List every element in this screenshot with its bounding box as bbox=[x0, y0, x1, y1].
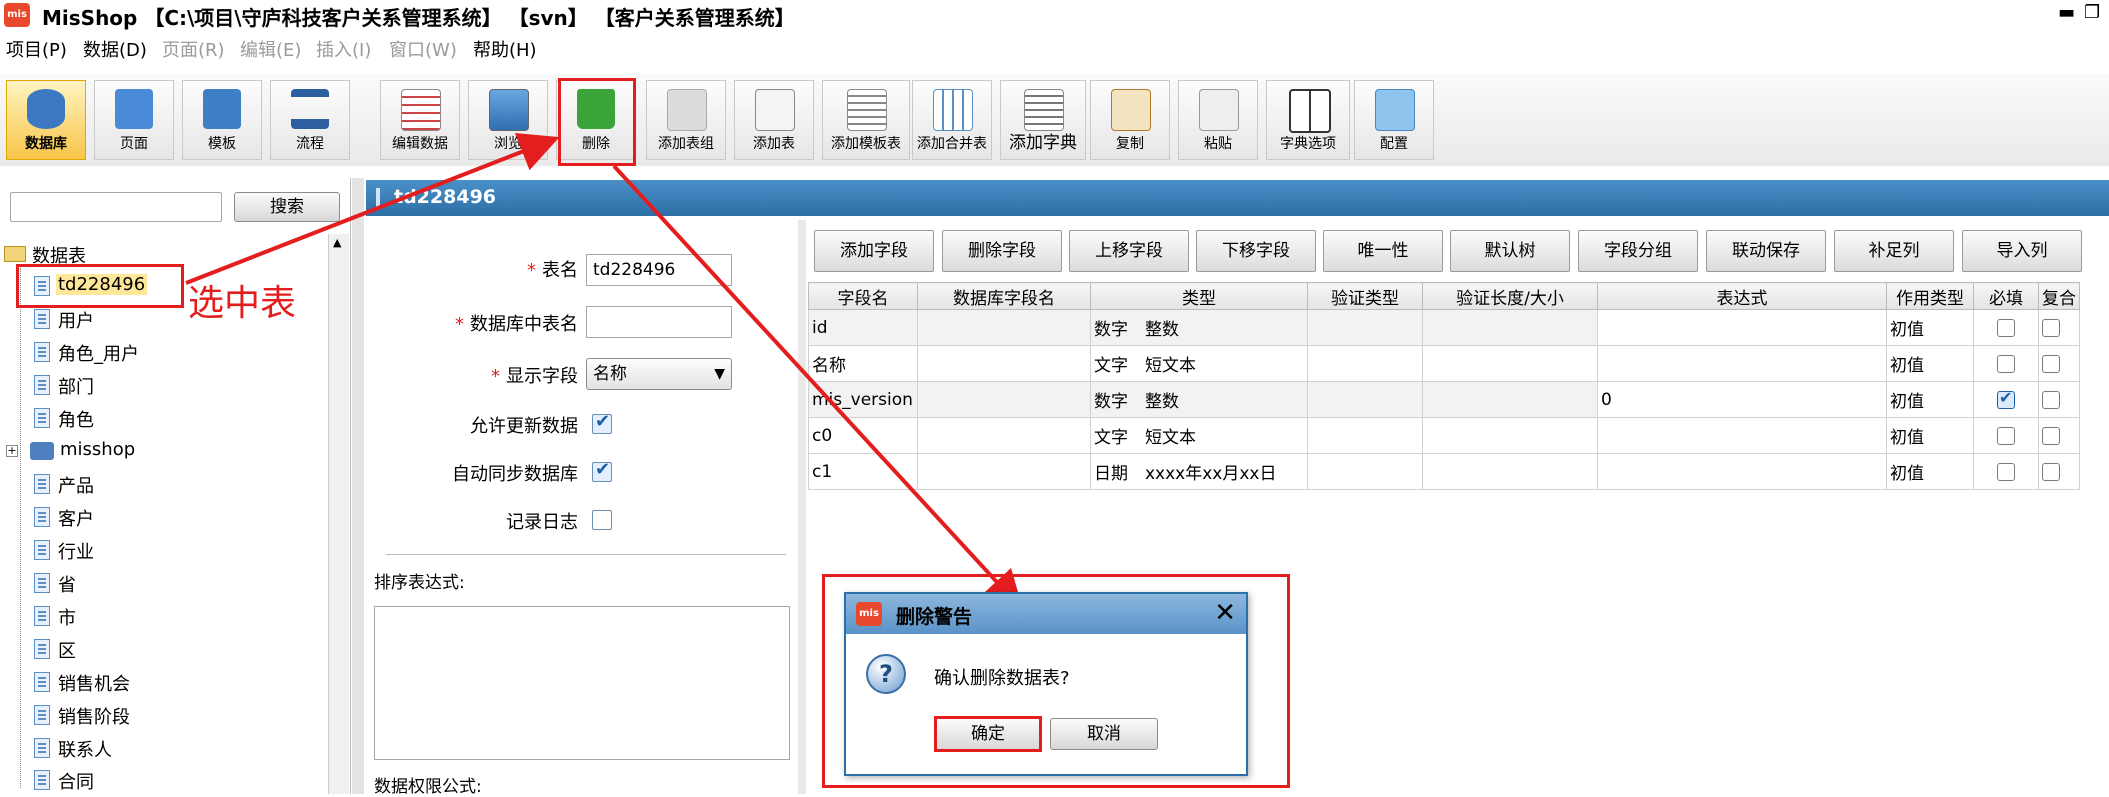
cancel-button[interactable]: 取消 bbox=[1050, 718, 1158, 750]
arrow-to-dialog bbox=[612, 164, 1024, 611]
delete-warning-dialog: mis 删除警告 ✕ ? 确认删除数据表? 确定 取消 bbox=[844, 592, 1248, 776]
question-icon: ? bbox=[866, 654, 906, 694]
dialog-header: mis 删除警告 ✕ bbox=[846, 594, 1246, 634]
close-icon[interactable]: ✕ bbox=[1214, 598, 1236, 628]
dialog-message: 确认删除数据表? bbox=[934, 668, 1070, 689]
arrow-to-delete bbox=[185, 133, 560, 285]
annotation-confirm-box bbox=[934, 716, 1042, 752]
dialog-title: 删除警告 bbox=[896, 606, 973, 628]
app-logo-icon: mis bbox=[856, 602, 882, 626]
